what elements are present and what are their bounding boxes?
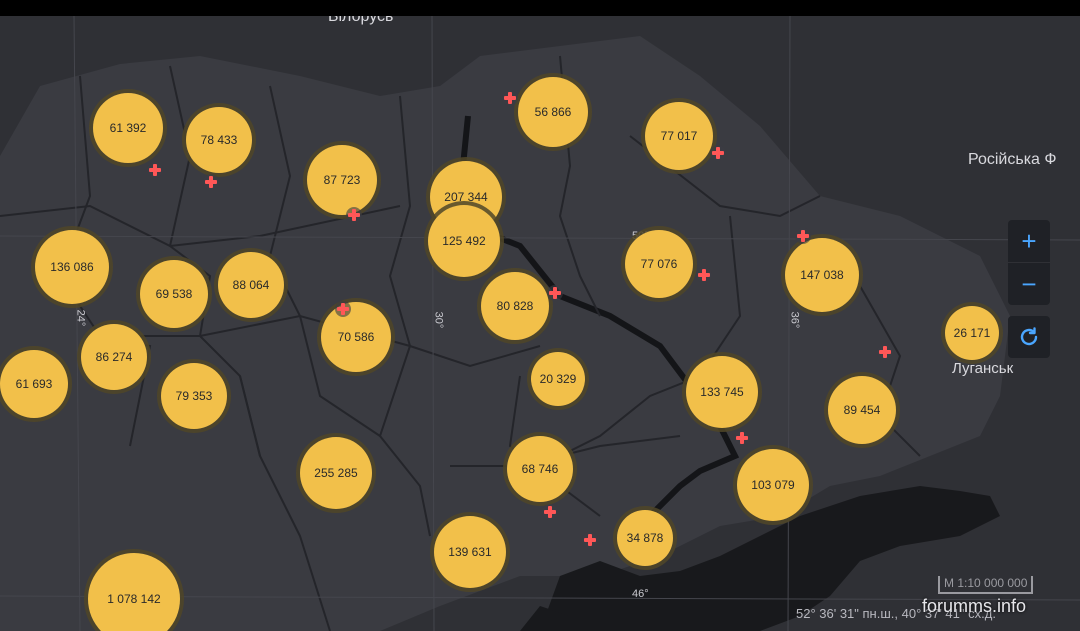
red-cross-icon[interactable] [147,162,163,178]
cluster-marker[interactable]: 61 693 [0,350,68,418]
red-cross-icon[interactable] [877,344,893,360]
cluster-marker[interactable]: 86 274 [81,324,147,390]
cluster-marker[interactable]: 61 392 [93,93,163,163]
cluster-marker[interactable]: 20 329 [531,352,585,406]
cluster-marker[interactable]: 89 454 [828,376,896,444]
cluster-marker[interactable]: 147 038 [785,238,859,312]
cluster-marker[interactable]: 77 076 [625,230,693,298]
cluster-marker[interactable]: 125 492 [428,205,500,277]
cluster-marker[interactable]: 56 866 [518,77,588,147]
cluster-marker[interactable]: 34 878 [617,510,673,566]
grid-label-lon-36: 36° [788,311,801,329]
red-cross-icon[interactable] [734,430,750,446]
cluster-marker[interactable]: 103 079 [737,449,809,521]
cluster-marker[interactable]: 70 586 [321,302,391,372]
grid-label-lon-30: 30° [432,311,445,329]
cluster-marker[interactable]: 80 828 [481,272,549,340]
red-cross-icon[interactable] [502,90,518,106]
cluster-marker[interactable]: 87 723 [307,145,377,215]
red-cross-icon[interactable] [203,174,219,190]
zoom-out-button[interactable]: − [1008,263,1050,305]
country-label-belarus: Білорусь [328,16,394,25]
map-canvas[interactable]: Білорусь Російська Ф Луганськ 24° 30° 36… [0,16,1080,631]
red-cross-icon[interactable] [547,285,563,301]
cluster-marker[interactable]: 136 086 [35,230,109,304]
red-cross-icon[interactable] [582,532,598,548]
red-cross-icon[interactable] [346,207,362,223]
cluster-marker[interactable]: 26 171 [945,306,999,360]
cluster-marker[interactable]: 139 631 [434,516,506,588]
cluster-marker[interactable]: 68 746 [507,436,573,502]
grid-label-lat-46: 46° [632,588,649,600]
cluster-marker[interactable]: 77 017 [645,102,713,170]
watermark: forumms.info [922,596,1027,616]
cluster-marker[interactable]: 88 064 [218,252,284,318]
red-cross-icon[interactable] [335,301,351,317]
cluster-marker[interactable]: 133 745 [686,356,758,428]
cluster-marker[interactable]: 69 538 [140,260,208,328]
refresh-icon [1020,327,1038,346]
refresh-button[interactable] [1008,316,1050,358]
map-scale: M 1:10 000 000 [938,576,1034,594]
city-label-luhansk: Луганськ [952,360,1014,377]
grid-label-lon-24: 24° [74,309,87,327]
red-cross-icon[interactable] [795,228,811,244]
red-cross-icon[interactable] [696,267,712,283]
red-cross-icon[interactable] [542,504,558,520]
zoom-in-button[interactable]: + [1008,220,1050,262]
cluster-marker[interactable]: 255 285 [300,437,372,509]
cluster-marker[interactable]: 78 433 [186,107,252,173]
cluster-marker[interactable]: 79 353 [161,363,227,429]
country-label-russia: Російська Ф [968,151,1057,168]
red-cross-icon[interactable] [710,145,726,161]
